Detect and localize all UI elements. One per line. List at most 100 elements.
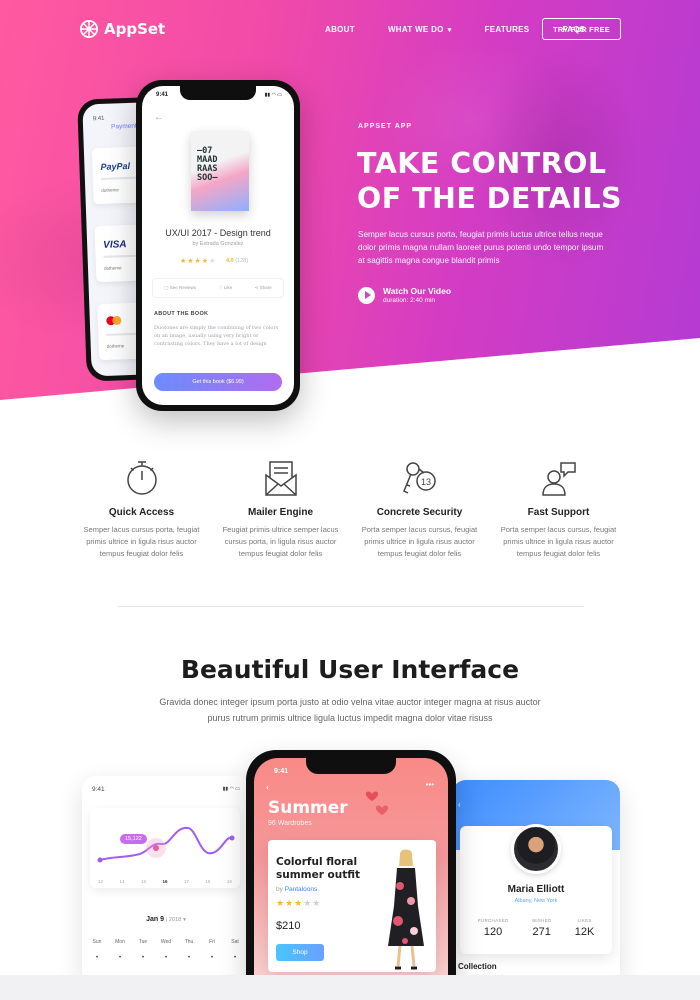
model-image <box>388 849 424 970</box>
rating-value: 4.0 (128) <box>226 258 248 264</box>
weekday: Fri <box>209 939 215 945</box>
calendar-dot[interactable]: • <box>226 955 244 961</box>
hero-title-line-2: OF THE DETAILS <box>357 182 623 215</box>
back-arrow-icon[interactable]: ‹ <box>266 782 269 792</box>
hero-description: Semper lacus cursus porta, feugiat primi… <box>358 230 604 265</box>
keys-icon: 13 <box>350 458 489 498</box>
footer-band <box>0 975 700 1000</box>
hearts-decoration-icon <box>365 791 389 815</box>
brand-logo[interactable]: AppSet <box>80 20 165 38</box>
chart-tick: 14 <box>119 879 125 884</box>
try-for-free-button[interactable]: TRY FOR FREE <box>542 18 621 40</box>
see-reviews-label: See Reviews <box>169 285 197 290</box>
watch-video-link[interactable]: Watch Our Video duration: 2:40 min <box>358 286 451 304</box>
calendar-dot[interactable]: • <box>157 955 175 961</box>
phone-mockup-book: 9:41 ▮▮ ◠ ▭ ← —07 MAAD RAAS SOO— UX/UI 2… <box>136 80 300 411</box>
avatar <box>511 824 561 874</box>
product-title: Colorful floral summer outfit <box>276 856 361 881</box>
weekday: Mon <box>115 939 125 945</box>
brand-name: AppSet <box>104 20 166 38</box>
nav-what-we-do[interactable]: WHAT WE DO ▾ <box>388 25 452 34</box>
phone-notch <box>180 86 256 100</box>
calendar-dot[interactable]: • <box>134 955 152 961</box>
interface-title: Beautiful User Interface <box>180 655 520 684</box>
collection-heading: Collection <box>458 962 497 971</box>
book-actions: ▢ See Reviews ♡ Like ⋖ Share <box>152 278 284 298</box>
feature-text: Porta semper lacus cursus, feugiat primi… <box>361 525 478 558</box>
stat-label: PURCHASED <box>477 918 509 923</box>
feature-title: Quick Access <box>108 507 175 518</box>
back-arrow-icon[interactable]: ‹ <box>458 800 461 809</box>
product-brand: by Pantaloons <box>276 886 317 893</box>
feature-concrete-security: 13 Concrete Security Porta semper lacus … <box>350 458 489 560</box>
about-book-text: Duotones are simply the combining of two… <box>154 325 279 347</box>
nav-features[interactable]: FEATURES <box>485 25 530 34</box>
calendar-weekdays: Sun Mon Tue Wed Thu Fri Sat <box>88 934 244 950</box>
profile-card: Maria Elliott Albany, New York PURCHASED… <box>460 824 612 954</box>
see-reviews-button[interactable]: ▢ See Reviews <box>164 285 196 291</box>
phone-notch <box>306 758 396 774</box>
get-book-button[interactable]: Get this book ($6.99) <box>154 373 282 391</box>
video-duration: duration: 2:40 min <box>383 297 436 304</box>
rating-number: 4.0 <box>226 258 234 264</box>
chart-tick: 18 <box>205 879 211 884</box>
feature-title: Fast Support <box>527 507 590 518</box>
play-icon <box>358 286 375 304</box>
stat-value: 271 <box>532 926 551 938</box>
chart-ticks: 13 14 15 16 17 18 19 <box>98 879 232 884</box>
feature-text: Feugiat primis ultrice semper lacus curs… <box>222 525 339 558</box>
book-cover-line: SOO— <box>197 173 218 183</box>
phone-mockup-profile: ‹ Maria Elliott Albany, New York PURCHAS… <box>452 780 620 980</box>
chart-tick: 13 <box>98 879 104 884</box>
calendar-dot[interactable]: • <box>88 955 106 961</box>
shop-button[interactable]: Shop <box>276 944 324 961</box>
calendar-year: 2018 <box>168 917 182 923</box>
interface-description: Gravida donec integer ipsum porta justo … <box>159 697 541 723</box>
card-sub: dotheme <box>103 265 122 271</box>
card-line <box>100 176 141 180</box>
share-button[interactable]: ⋖ Share <box>255 285 272 291</box>
book-cover: —07 MAAD RAAS SOO— <box>191 131 249 211</box>
features-row: Quick Access Semper lacus cursus porta, … <box>72 458 628 560</box>
rating-stars-icon: ★★★★★ <box>180 258 217 265</box>
stat-likes: LIKES 12K <box>575 918 595 938</box>
share-label: Share <box>259 285 272 290</box>
rating-stars-icon: ★★★★★ <box>276 898 322 908</box>
hero-eyebrow: APPSET APP <box>358 123 413 130</box>
book-title: UX/UI 2017 - Design trend <box>165 228 271 238</box>
more-icon[interactable]: ••• <box>426 780 434 789</box>
chevron-down-icon[interactable]: ▾ <box>183 917 186 923</box>
calendar-dot[interactable]: • <box>203 955 221 961</box>
stat-wished: WISHED 271 <box>532 918 552 938</box>
calendar-dots-row: • • • • • • • <box>88 950 244 966</box>
chart-line <box>97 826 235 863</box>
phone-time: 9:41 <box>92 786 105 793</box>
feature-mailer-engine: Mailer Engine Feugiat primis ultrice sem… <box>211 458 350 560</box>
stat-value: 120 <box>483 926 503 938</box>
chart-tick: 19 <box>226 879 232 884</box>
phone-time: 9:41 <box>274 768 289 775</box>
section-divider <box>118 606 584 607</box>
calendar-dot[interactable]: • <box>180 955 198 961</box>
feature-quick-access: Quick Access Semper lacus cursus porta, … <box>72 458 211 560</box>
analytics-chart: 15,122 13 14 15 16 17 18 19 <box>90 808 240 888</box>
card-sub: dotheme <box>106 343 125 349</box>
profile-location: Albany, New York <box>514 898 558 904</box>
card-sub: dotheme <box>101 187 119 193</box>
like-label: Like <box>223 285 233 290</box>
nav-about[interactable]: ABOUT <box>325 25 355 34</box>
stat-label: WISHED <box>531 918 552 923</box>
product-card[interactable]: Colorful floral summer outfit by Pantalo… <box>268 840 436 972</box>
weekday: Sun <box>92 939 102 945</box>
product-price: $210 <box>276 920 301 932</box>
weekday: Thu <box>184 939 194 945</box>
mail-icon <box>211 458 350 498</box>
hero-title: TAKE CONTROL OF THE DETAILS <box>357 146 657 216</box>
weekday: Tue <box>138 939 148 945</box>
phone-mockup-shop: 9:41 ‹ ••• Summer 96 Wardrobes Colorful … <box>246 750 456 990</box>
brand-name[interactable]: Pantaloons <box>285 886 318 893</box>
like-button[interactable]: ♡ Like <box>219 285 233 291</box>
stat-purchased: PURCHASED 120 <box>478 918 509 938</box>
calendar-dot[interactable]: • <box>111 955 129 961</box>
phone-screen: 9:41 ▮▮ ◠ ▭ ← —07 MAAD RAAS SOO— UX/UI 2… <box>142 86 294 405</box>
